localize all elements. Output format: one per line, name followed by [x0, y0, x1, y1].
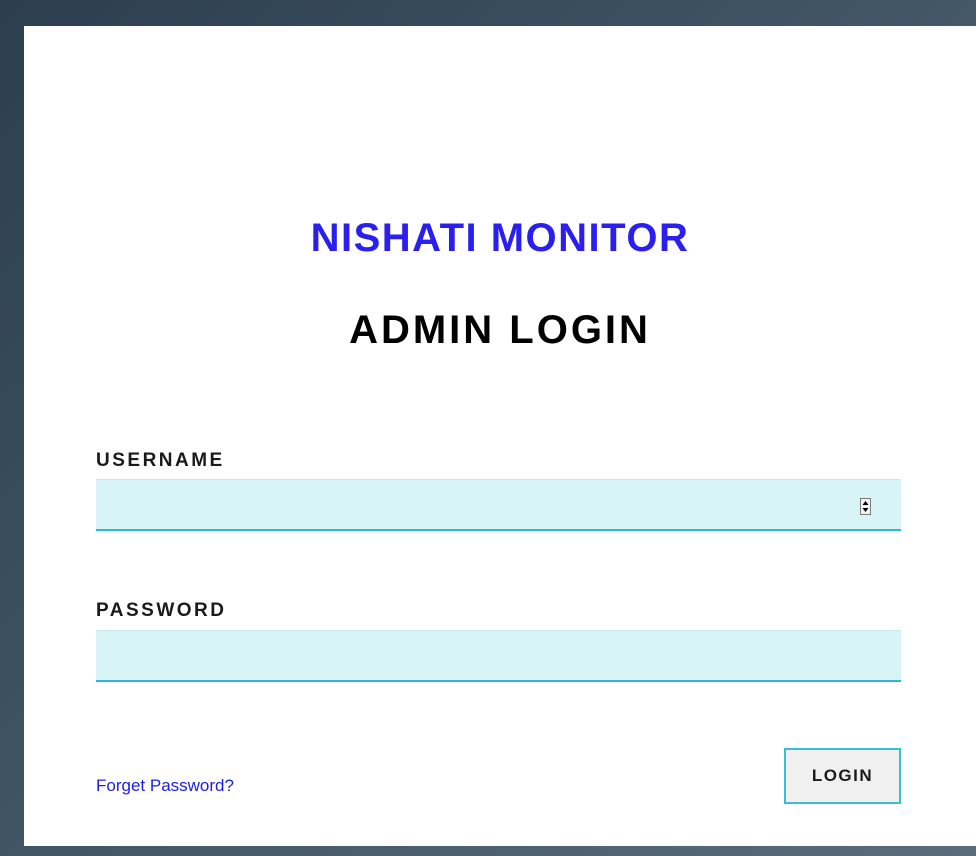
username-input[interactable]	[96, 479, 901, 531]
username-label: USERNAME	[96, 450, 225, 471]
login-button[interactable]: LOGIN	[784, 748, 901, 804]
app-title: NISHATI MONITOR	[310, 216, 690, 260]
page-title: ADMIN LOGIN	[349, 308, 651, 352]
password-input[interactable]	[96, 630, 901, 682]
login-card: NISHATI MONITOR ADMIN LOGIN USERNAME PAS…	[24, 26, 976, 846]
password-label: PASSWORD	[96, 600, 227, 621]
forgot-password-link[interactable]: Forget Password?	[96, 776, 234, 796]
spinner-arrows-icon[interactable]	[860, 498, 871, 515]
